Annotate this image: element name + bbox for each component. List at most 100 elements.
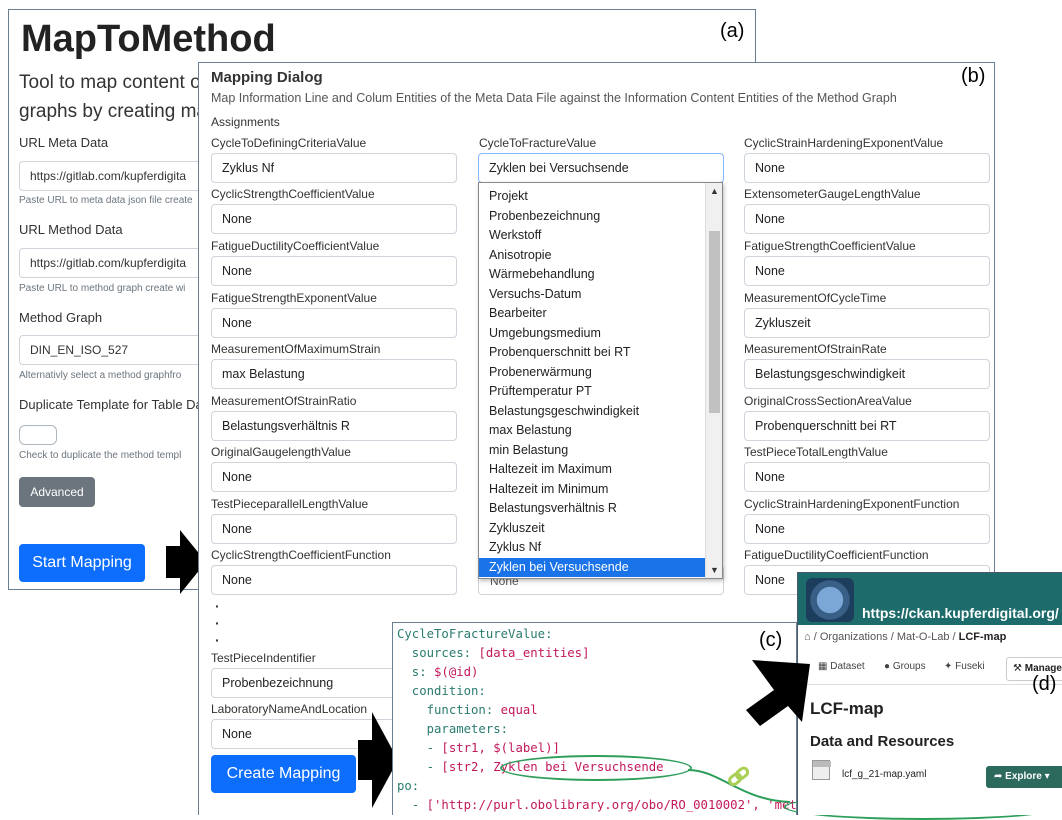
duplicate-help: Check to duplicate the method templ — [19, 450, 182, 461]
dropdown-option[interactable]: Belastungsverhältnis R — [479, 499, 705, 519]
field-label: MeasurementOfCycleTime — [744, 291, 887, 305]
scroll-down-icon[interactable]: ▼ — [708, 565, 721, 575]
method-graph-select[interactable]: DIN_EN_ISO_527 — [19, 335, 209, 365]
field-label: TestPieceIndentifier — [211, 651, 316, 665]
field-label: CyclicStrengthCoefficientValue — [211, 187, 375, 201]
mapping-select[interactable]: None — [744, 256, 990, 286]
mapping-select[interactable]: Belastungsverhältnis R — [211, 411, 457, 441]
mapping-select[interactable]: Belastungsgeschwindigkeit — [744, 359, 990, 389]
tab-label: Fuseki — [955, 661, 985, 672]
code-key: condition: — [397, 684, 486, 698]
mapping-select[interactable]: None — [211, 256, 457, 286]
scrollbar-thumb[interactable] — [709, 231, 720, 413]
explore-label: Explore — [1005, 771, 1042, 782]
dialog-subtitle: Map Information Line and Colum Entities … — [211, 91, 897, 105]
tab-label: Dataset — [830, 661, 865, 672]
dropdown-option[interactable]: Haltezeit im Minimum — [479, 480, 705, 500]
explore-button[interactable]: ➦ Explore ▾ — [986, 766, 1062, 788]
breadcrumb-separator: / — [813, 631, 817, 643]
breadcrumb-current[interactable]: LCF-map — [959, 631, 1007, 643]
field-label: FatigueDuctilityCoefficientValue — [211, 239, 380, 253]
dropdown-option[interactable]: Versuchs-Datum — [479, 285, 705, 305]
code-value: [data_entities] — [478, 646, 590, 660]
mapping-select[interactable]: Zykluszeit — [744, 308, 990, 338]
mapping-select[interactable]: None — [744, 153, 990, 183]
tab-dataset[interactable]: ▦ Dataset — [818, 661, 865, 672]
field-label: OriginalGaugelengthValue — [211, 445, 351, 459]
dropdown-option[interactable]: Umgebungsmedium — [479, 324, 705, 344]
highlight-oval — [500, 755, 692, 781]
dropdown-option[interactable]: min Belastung — [479, 441, 705, 461]
field-label: CycleToFractureValue — [479, 136, 597, 150]
dropdown-option[interactable]: Werkstoff — [479, 226, 705, 246]
url-method-label: URL Method Data — [19, 222, 123, 237]
dataset-title: LCF-map — [810, 699, 884, 718]
ckan-header: https://ckan.kupferdigital.org/ — [798, 573, 1062, 625]
breadcrumb-organizations[interactable]: Organizations — [820, 631, 888, 643]
dropdown-option[interactable]: max Belastung — [479, 421, 705, 441]
ckan-url[interactable]: https://ckan.kupferdigital.org/ — [862, 605, 1059, 621]
duplicate-toggle[interactable] — [19, 425, 57, 445]
mapping-select[interactable]: Zyklus Nf — [211, 153, 457, 183]
resource-file[interactable]: lcf_g_21-map.yaml — [842, 769, 926, 780]
panel-c-label: (c) — [759, 629, 783, 651]
mapping-select[interactable]: None — [211, 308, 457, 338]
cycle-to-fracture-dropdown[interactable]: Projekt Probenbezeichnung Werkstoff Anisotr… — [478, 182, 723, 579]
method-graph-help: Alternativly select a method graphfro — [19, 370, 182, 381]
scroll-up-icon[interactable]: ▲ — [708, 186, 721, 196]
app-description: Tool to map content o graphs by creating… — [19, 68, 219, 126]
code-key: - — [397, 798, 427, 812]
code-key: s: — [397, 665, 435, 679]
users-icon: ● — [884, 661, 891, 672]
url-method-input[interactable]: https://gitlab.com/kupferdigita — [19, 248, 209, 278]
dropdown-option[interactable]: Belastungsgeschwindigkeit — [479, 402, 705, 422]
dropdown-option[interactable]: Probenerwärmung — [479, 363, 705, 383]
dropdown-option[interactable]: Zyklen bei Versuchsende — [479, 557, 705, 577]
method-graph-label: Method Graph — [19, 310, 103, 325]
url-meta-input[interactable]: https://gitlab.com/kupferdigita — [19, 161, 209, 191]
dropdown-option[interactable]: Zykluszeit — [479, 519, 705, 539]
mapping-select[interactable]: max Belastung — [211, 359, 457, 389]
advanced-button[interactable]: Advanced — [19, 477, 95, 507]
app-description-line2: graphs by creating ma — [19, 101, 207, 122]
mapping-select[interactable]: None — [211, 565, 457, 595]
code-key: - — [397, 760, 442, 774]
tab-fuseki[interactable]: ✦ Fuseki — [944, 661, 985, 672]
dropdown-option[interactable]: Bearbeiter — [479, 304, 705, 324]
mapping-select[interactable]: None — [744, 204, 990, 234]
mapping-select[interactable]: Probenquerschnitt bei RT — [744, 411, 990, 441]
dropdown-option[interactable]: Prüftemperatur PT — [479, 382, 705, 402]
field-label: CyclicStrainHardeningExponentFunction — [744, 497, 960, 511]
code-key: - — [397, 741, 442, 755]
dropdown-option[interactable]: Projekt — [479, 187, 705, 207]
url-meta-label: URL Meta Data — [19, 135, 109, 150]
assignments-heading: Assignments — [211, 115, 280, 129]
tab-groups[interactable]: ● Groups — [884, 661, 926, 672]
create-mapping-button[interactable]: Create Mapping — [211, 755, 356, 793]
mapping-select[interactable]: None — [744, 462, 990, 492]
mapping-select[interactable]: None — [744, 514, 990, 544]
app-description-line1: Tool to map content o — [19, 72, 201, 93]
mapping-select[interactable]: None — [211, 204, 457, 234]
dropdown-option[interactable]: Zyklus Nf — [479, 538, 705, 558]
field-label: FatigueStrengthCoefficientValue — [744, 239, 916, 253]
code-value: equal — [500, 703, 538, 717]
dropdown-option[interactable]: Haltezeit im Maximum — [479, 460, 705, 480]
home-icon[interactable]: ⌂ — [804, 631, 811, 643]
dropdown-option[interactable]: Probenquerschnitt bei RT — [479, 343, 705, 363]
link-icon — [687, 766, 791, 803]
mapping-select[interactable]: None — [211, 462, 457, 492]
dropdown-scrollbar[interactable]: ▲ ▼ — [705, 183, 722, 578]
breadcrumb: ⌂ / Organizations / Mat-O-Lab / LCF-map — [804, 631, 1007, 643]
dropdown-option[interactable]: Anisotropie — [479, 246, 705, 266]
cycle-to-fracture-select[interactable]: Zyklen bei Versuchsende — [478, 153, 724, 183]
mapping-select[interactable]: None — [211, 514, 457, 544]
breadcrumb-mat-o-lab[interactable]: Mat-O-Lab — [897, 631, 950, 643]
code-key: parameters: — [397, 722, 509, 736]
panel-b-label: (b) — [961, 65, 986, 87]
start-mapping-button[interactable]: Start Mapping — [19, 544, 145, 582]
dropdown-option[interactable]: Wärmebehandlung — [479, 265, 705, 285]
share-icon: ✦ — [944, 661, 953, 672]
code-value: [str1, $(label)] — [441, 741, 560, 755]
dropdown-option[interactable]: Probenbezeichnung — [479, 207, 705, 227]
